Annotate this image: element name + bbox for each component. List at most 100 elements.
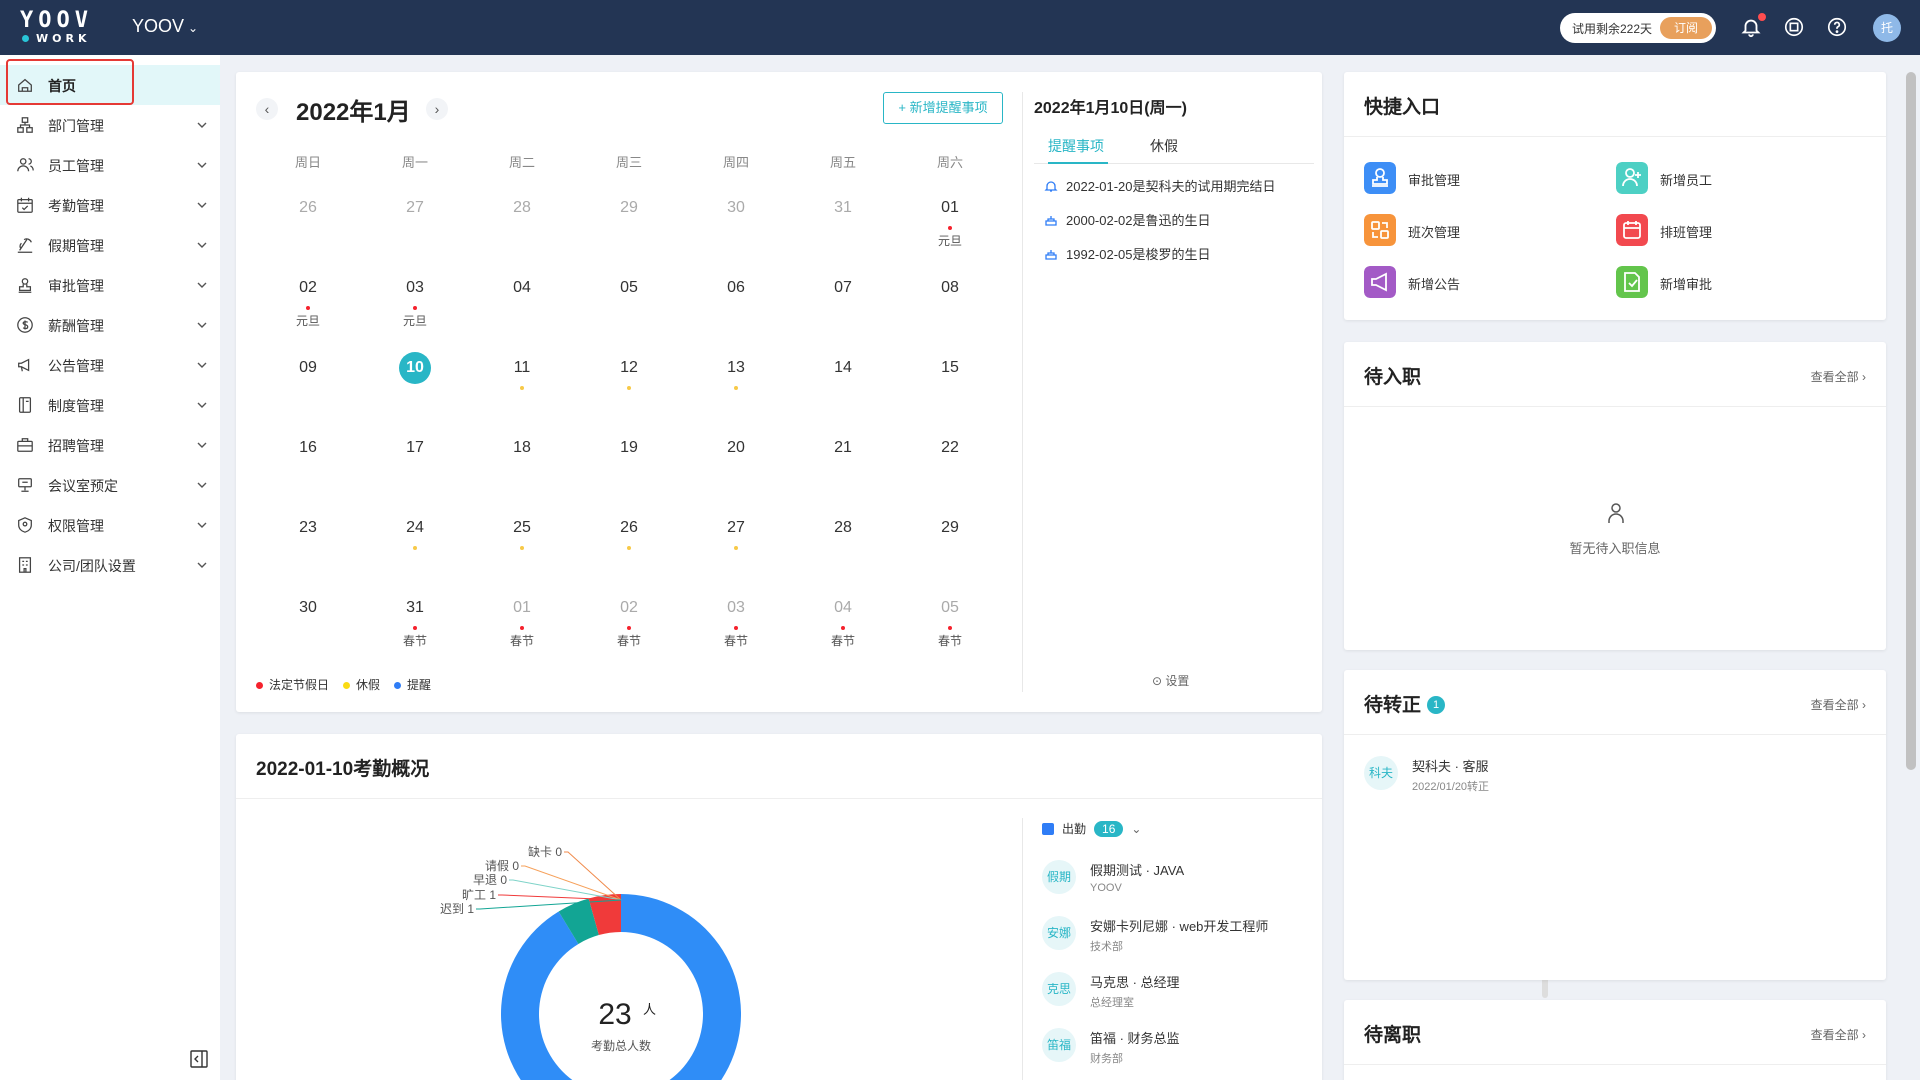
calendar-day[interactable]: 28 bbox=[803, 496, 883, 576]
calendar-day[interactable]: 26 bbox=[589, 496, 669, 576]
calendar-day[interactable]: 12 bbox=[589, 336, 669, 416]
calendar-day[interactable]: 30 bbox=[696, 176, 776, 256]
calendar-day[interactable]: 20 bbox=[696, 416, 776, 496]
calendar-day[interactable]: 04 bbox=[482, 256, 562, 336]
sidebar-item-3[interactable]: 考勤管理 bbox=[0, 185, 220, 225]
day-marker-dot bbox=[627, 386, 631, 390]
total-count: 23 bbox=[598, 998, 631, 1031]
calendar-day[interactable]: 23 bbox=[268, 496, 348, 576]
reminder-settings-button[interactable]: ⊙ 设置 bbox=[1152, 672, 1189, 689]
collapse-sidebar-icon[interactable] bbox=[190, 1050, 208, 1068]
subscribe-button[interactable]: 订阅 bbox=[1660, 17, 1712, 39]
calendar-day[interactable]: 14 bbox=[803, 336, 883, 416]
calendar-day[interactable]: 01 春节 bbox=[482, 576, 562, 656]
calendar-day[interactable]: 27 bbox=[375, 176, 455, 256]
day-number: 22 bbox=[941, 439, 959, 456]
day-marker-dot bbox=[948, 626, 952, 630]
page-scrollbar[interactable] bbox=[1906, 72, 1916, 770]
calendar-day[interactable]: 29 bbox=[910, 496, 990, 576]
resignation-view-all-link[interactable]: 查看全部 › bbox=[1811, 1026, 1866, 1043]
calendar-month-title: 2022年1月 bbox=[296, 99, 411, 126]
sidebar-item-label: 公司/团队设置 bbox=[48, 558, 136, 574]
calendar-day[interactable]: 21 bbox=[803, 416, 883, 496]
weekday-label: 周二 bbox=[508, 155, 535, 170]
calendar-day[interactable]: 10 bbox=[375, 336, 455, 416]
calendar-day[interactable]: 04 春节 bbox=[803, 576, 883, 656]
calendar-day[interactable]: 18 bbox=[482, 416, 562, 496]
tab-reminders[interactable]: 提醒事项 bbox=[1048, 136, 1108, 164]
avatar: 克思 bbox=[1042, 972, 1076, 1006]
calendar-day[interactable]: 05 bbox=[589, 256, 669, 336]
help-icon[interactable] bbox=[1826, 16, 1848, 38]
next-month-button[interactable]: › bbox=[426, 98, 448, 120]
calendar-day[interactable]: 25 bbox=[482, 496, 562, 576]
calendar-card: ‹ 2022年1月 › + 新增提醒事项 法定节假日 休假 提醒 2022年1月10… bbox=[236, 72, 1322, 712]
calendar-day[interactable]: 01 元旦 bbox=[910, 176, 990, 256]
person-name: 契科夫 · 客服 bbox=[1412, 759, 1489, 774]
weekday-label: 周一 bbox=[401, 155, 428, 170]
calendar-day[interactable]: 02 元旦 bbox=[268, 256, 348, 336]
calendar-day[interactable]: 15 bbox=[910, 336, 990, 416]
sidebar-item-5[interactable]: 审批管理 bbox=[0, 265, 220, 305]
prev-month-button[interactable]: ‹ bbox=[256, 98, 278, 120]
onboarding-view-all-link[interactable]: 查看全部 › bbox=[1811, 368, 1866, 385]
sidebar-item-label: 部门管理 bbox=[48, 118, 104, 134]
translate-icon[interactable] bbox=[1783, 16, 1805, 38]
calendar-day[interactable]: 11 bbox=[482, 336, 562, 416]
quick-entry-title: 快捷入口 bbox=[1364, 97, 1441, 118]
day-number: 31 bbox=[834, 199, 852, 216]
calendar-day[interactable]: 24 bbox=[375, 496, 455, 576]
calendar-day[interactable]: 09 bbox=[268, 336, 348, 416]
calendar-day[interactable]: 03 春节 bbox=[696, 576, 776, 656]
calendar-day[interactable]: 08 bbox=[910, 256, 990, 336]
filter-count-badge: 16 bbox=[1094, 821, 1124, 837]
app-logo[interactable]: YOOV WORK bbox=[20, 10, 92, 46]
reminder-item[interactable]: 2022-01-20是契科夫的试用期完结日 bbox=[1044, 176, 1276, 195]
slice-label: 旷工 1 bbox=[462, 888, 496, 902]
regularization-view-all-link[interactable]: 查看全部 › bbox=[1811, 696, 1866, 713]
sidebar-item-6[interactable]: 薪酬管理 bbox=[0, 305, 220, 345]
divider bbox=[1344, 406, 1886, 407]
sidebar-item-9[interactable]: 招聘管理 bbox=[0, 425, 220, 465]
add-reminder-button[interactable]: + 新增提醒事项 bbox=[883, 92, 1003, 124]
calendar-legend: 法定节假日 休假 提醒 bbox=[256, 676, 445, 693]
calendar-day[interactable]: 30 bbox=[268, 576, 348, 656]
sidebar-item-8[interactable]: 制度管理 bbox=[0, 385, 220, 425]
calendar-day[interactable]: 17 bbox=[375, 416, 455, 496]
calendar-day[interactable]: 02 春节 bbox=[589, 576, 669, 656]
sidebar-item-4[interactable]: 假期管理 bbox=[0, 225, 220, 265]
sidebar-item-2[interactable]: 员工管理 bbox=[0, 145, 220, 185]
sidebar-item-12[interactable]: 公司/团队设置 bbox=[0, 545, 220, 585]
sidebar-item-11[interactable]: 权限管理 bbox=[0, 505, 220, 545]
calendar-day[interactable]: 27 bbox=[696, 496, 776, 576]
cake-icon bbox=[1045, 250, 1057, 260]
tab-leave[interactable]: 休假 bbox=[1150, 136, 1178, 164]
calendar-day[interactable]: 29 bbox=[589, 176, 669, 256]
legend-item: 休假 bbox=[343, 678, 380, 692]
sidebar-item-1[interactable]: 部门管理 bbox=[0, 105, 220, 145]
calendar-day[interactable]: 06 bbox=[696, 256, 776, 336]
calendar-day[interactable]: 31 bbox=[803, 176, 883, 256]
calendar-day[interactable]: 26 bbox=[268, 176, 348, 256]
calendar-day[interactable]: 16 bbox=[268, 416, 348, 496]
meeting-icon bbox=[18, 478, 32, 492]
sidebar-item-10[interactable]: 会议室预定 bbox=[0, 465, 220, 505]
company-switcher[interactable]: YOOV ⌄ bbox=[132, 16, 198, 37]
sidebar-item-label: 招聘管理 bbox=[48, 438, 104, 454]
avatar: 安娜 bbox=[1042, 916, 1076, 950]
calendar-day[interactable]: 19 bbox=[589, 416, 669, 496]
reminder-item[interactable]: 1992-02-05是梭罗的生日 bbox=[1044, 244, 1211, 263]
weekday-label: 周五 bbox=[829, 155, 856, 170]
calendar-day[interactable]: 22 bbox=[910, 416, 990, 496]
calendar-day[interactable]: 05 春节 bbox=[910, 576, 990, 656]
legend-dot bbox=[394, 682, 402, 690]
user-avatar[interactable]: 托 bbox=[1873, 14, 1901, 42]
calendar-day[interactable]: 28 bbox=[482, 176, 562, 256]
calendar-day[interactable]: 13 bbox=[696, 336, 776, 416]
calendar-day[interactable]: 31 春节 bbox=[375, 576, 455, 656]
calendar-day[interactable]: 07 bbox=[803, 256, 883, 336]
attendance-filter[interactable]: 出勤 16 ⌄ bbox=[1042, 820, 1141, 837]
calendar-day[interactable]: 03 元旦 bbox=[375, 256, 455, 336]
reminder-item[interactable]: 2000-02-02是鲁迅的生日 bbox=[1044, 210, 1211, 229]
sidebar-item-7[interactable]: 公告管理 bbox=[0, 345, 220, 385]
